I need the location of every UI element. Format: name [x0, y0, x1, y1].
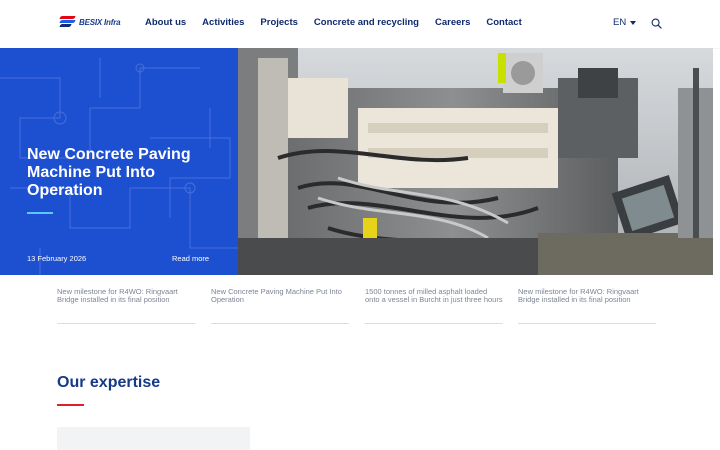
language-label: EN	[613, 17, 627, 28]
news-item[interactable]: New milestone for R4WO: Ringvaart Bridge…	[518, 288, 656, 324]
read-more-link[interactable]: Read more	[172, 254, 209, 263]
news-item-title: New milestone for R4WO: Ringvaart Bridge…	[518, 287, 639, 304]
nav-contact[interactable]: Contact	[486, 17, 521, 28]
expertise-accent-line	[57, 404, 84, 406]
news-item-title: 1500 tonnes of milled asphalt loaded ont…	[365, 287, 503, 304]
hero-title: New Concrete Paving Machine Put Into Ope…	[27, 146, 191, 199]
news-item-title: New Concrete Paving Machine Put Into Ope…	[211, 287, 342, 304]
chevron-down-icon	[630, 20, 637, 25]
main-nav: About us Activities Projects Concrete an…	[145, 17, 522, 28]
logo-mark	[59, 16, 76, 28]
news-item[interactable]: 1500 tonnes of milled asphalt loaded ont…	[365, 288, 503, 324]
hero-date: 13 February 2026	[27, 254, 87, 263]
hero-accent-line	[27, 212, 53, 214]
nav-concrete-and-recycling[interactable]: Concrete and recycling	[314, 17, 419, 28]
nav-activities[interactable]: Activities	[202, 17, 244, 28]
news-item-title: New milestone for R4WO: Ringvaart Bridge…	[57, 287, 178, 304]
besix-infra-logo[interactable]: BESIX Infra	[59, 15, 121, 29]
news-item[interactable]: New milestone for R4WO: Ringvaart Bridge…	[57, 288, 195, 324]
expertise-heading: Our expertise	[57, 374, 161, 391]
search-icon[interactable]	[651, 18, 662, 29]
hero-image-paving-machine	[238, 48, 713, 275]
nav-careers[interactable]: Careers	[435, 17, 470, 28]
logo-text: BESIX Infra	[79, 17, 121, 27]
news-item[interactable]: New Concrete Paving Machine Put Into Ope…	[211, 288, 349, 324]
site-header: BESIX Infra About us Activities Projects…	[0, 0, 720, 48]
language-selector[interactable]: EN	[613, 17, 637, 28]
nav-projects[interactable]: Projects	[260, 17, 298, 28]
nav-about-us[interactable]: About us	[145, 17, 186, 28]
hero-panel: New Concrete Paving Machine Put Into Ope…	[0, 48, 238, 275]
expertise-card[interactable]	[57, 427, 250, 450]
